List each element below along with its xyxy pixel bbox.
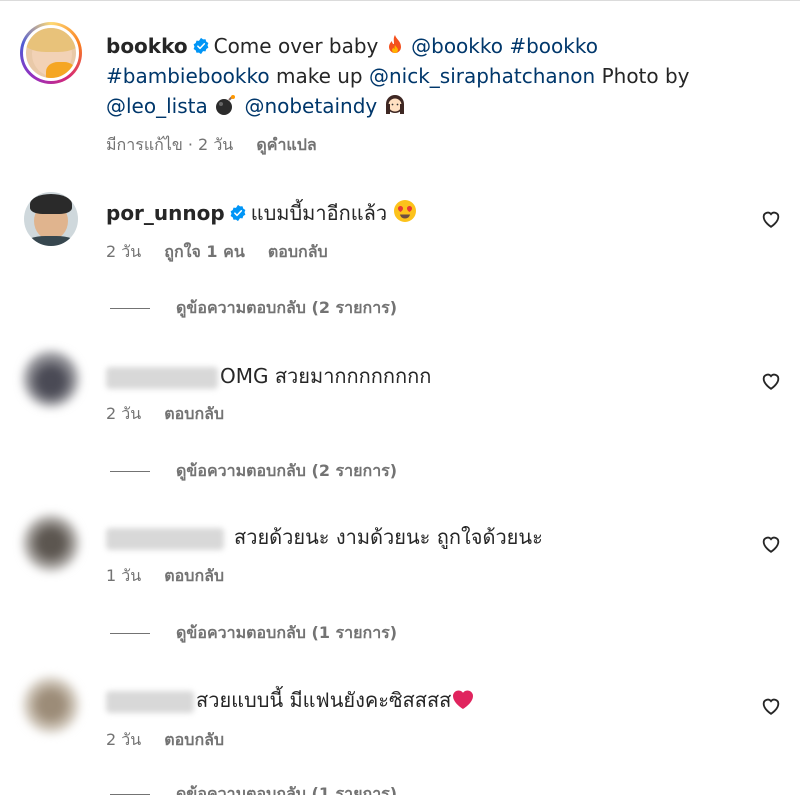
comment-text: แบมบี้มาอีกแล้ว xyxy=(250,201,388,225)
view-replies-label: ดูข้อความตอบกลับ (2 รายการ) xyxy=(176,461,398,480)
comment-text-line: สวยแบบนี้ มีแฟนยังคะซิสสสส xyxy=(106,685,475,715)
reply-button[interactable]: ตอบกลับ xyxy=(164,404,224,423)
heart-icon[interactable] xyxy=(760,370,782,392)
verified-badge-icon xyxy=(193,37,208,55)
view-replies-button[interactable]: ดูข้อความตอบกลับ (2 รายการ) xyxy=(110,460,397,482)
comment-text: OMG สวยมากกกกกกกก xyxy=(220,364,432,388)
heart-icon[interactable] xyxy=(760,533,782,555)
caption-line-2: #bambiebookko make up @nick_siraphatchan… xyxy=(106,61,690,91)
view-replies-label: ดูข้อความตอบกลับ (1 รายการ) xyxy=(176,623,398,642)
caption-text: Photo by xyxy=(601,64,690,88)
fire-emoji-icon xyxy=(388,35,401,53)
comment-timestamp: 2 วัน xyxy=(106,730,142,749)
view-replies-button[interactable]: ดูข้อความตอบกลับ (1 รายการ) xyxy=(110,783,397,795)
comment-meta: 2 วัน ถูกใจ 1 คน ตอบกลับ xyxy=(106,241,346,263)
caption-line-1: bookko Come over baby @bookko #bookko xyxy=(106,31,598,61)
commenter-avatar[interactable] xyxy=(24,516,78,570)
comment-text-line: OMG สวยมากกกกกกกก xyxy=(106,361,431,391)
woman-emoji-icon xyxy=(385,95,404,114)
reply-button[interactable]: ตอบกลับ xyxy=(164,566,224,585)
divider-dash xyxy=(110,307,150,309)
heart-icon[interactable] xyxy=(760,208,782,230)
comment-meta: 1 วัน ตอบกลับ xyxy=(106,565,242,587)
divider-dash xyxy=(110,470,150,472)
reply-button[interactable]: ตอบกลับ xyxy=(268,242,328,261)
edited-timestamp: มีการแก้ไข · 2 วัน xyxy=(106,135,234,154)
translate-link[interactable]: ดูคำแปล xyxy=(256,135,316,154)
commenter-username-redacted[interactable] xyxy=(106,366,218,389)
verified-badge-icon xyxy=(230,204,246,222)
author-avatar[interactable] xyxy=(20,22,82,84)
caption-text: Come over baby xyxy=(213,34,379,58)
commenter-username-redacted[interactable] xyxy=(106,527,224,550)
commenter-avatar[interactable] xyxy=(24,678,78,732)
view-replies-button[interactable]: ดูข้อความตอบกลับ (2 รายการ) xyxy=(110,297,397,319)
caption-line-3: @leo_lista @nobetaindy xyxy=(106,91,406,121)
view-replies-label: ดูข้อความตอบกลับ (2 รายการ) xyxy=(176,298,398,317)
top-divider xyxy=(0,0,800,1)
view-replies-label: ดูข้อความตอบกลับ (1 รายการ) xyxy=(176,784,398,795)
commenter-avatar[interactable] xyxy=(24,192,78,246)
comment-meta: 2 วัน ตอบกลับ xyxy=(106,729,242,751)
view-replies-button[interactable]: ดูข้อความตอบกลับ (1 รายการ) xyxy=(110,622,397,644)
divider-dash xyxy=(110,632,150,634)
mention-link[interactable]: @bookko xyxy=(411,34,503,58)
hashtag-link[interactable]: #bambiebookko xyxy=(106,64,270,88)
mention-link[interactable]: @leo_lista xyxy=(106,94,208,118)
likes-count[interactable]: ถูกใจ 1 คน xyxy=(164,242,244,261)
bomb-emoji-icon xyxy=(216,95,236,115)
comment-text: สวยแบบนี้ มีแฟนยังคะซิสสสส xyxy=(196,688,452,712)
comment-text-line: สวยด้วยนะ งามด้วยนะ ถูกใจด้วยนะ xyxy=(106,522,543,552)
commenter-username[interactable]: por_unnop xyxy=(106,201,225,225)
divider-dash xyxy=(110,793,150,795)
red-heart-emoji-icon xyxy=(453,690,474,709)
comment-text: สวยด้วยนะ งามด้วยนะ ถูกใจด้วยนะ xyxy=(234,525,543,549)
comment-timestamp: 2 วัน xyxy=(106,404,142,423)
commenter-username-redacted[interactable] xyxy=(106,690,194,713)
caption-text: make up xyxy=(275,64,363,88)
hashtag-link[interactable]: #bookko xyxy=(509,34,598,58)
commenter-avatar[interactable] xyxy=(24,352,78,406)
author-username[interactable]: bookko xyxy=(106,34,188,58)
comment-text-line: por_unnop แบมบี้มาอีกแล้ว xyxy=(106,198,417,228)
comment-meta: 2 วัน ตอบกลับ xyxy=(106,403,242,425)
heart-icon[interactable] xyxy=(760,695,782,717)
comment-timestamp: 1 วัน xyxy=(106,566,142,585)
mention-link[interactable]: @nick_siraphatchanon xyxy=(369,64,595,88)
comment-timestamp: 2 วัน xyxy=(106,242,142,261)
heart-eyes-emoji-icon xyxy=(394,200,417,222)
caption-meta: มีการแก้ไข · 2 วัน ดูคำแปล xyxy=(106,134,335,156)
mention-link[interactable]: @nobetaindy xyxy=(244,94,377,118)
reply-button[interactable]: ตอบกลับ xyxy=(164,730,224,749)
